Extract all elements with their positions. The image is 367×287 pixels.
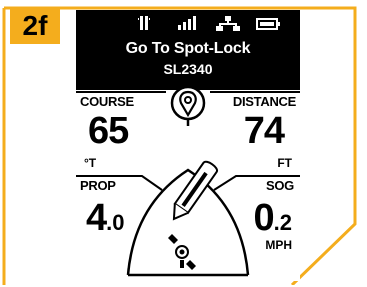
propeller-icon: [168, 234, 196, 270]
sog-value: 0.2: [253, 197, 293, 239]
device-screen: Go To Spot-Lock SL2340 COURSE 65 °T DIST…: [76, 10, 300, 281]
course-label: COURSE: [80, 94, 134, 109]
distance-unit: FT: [277, 156, 292, 170]
prop-label: PROP: [80, 178, 116, 193]
distance-value: 74: [243, 110, 285, 152]
course-unit: °T: [84, 156, 97, 170]
prop-value: 4.0: [86, 197, 125, 239]
sog-unit: MPH: [265, 238, 292, 252]
trolling-motor-icon: [168, 160, 218, 270]
step-badge: 2f: [10, 7, 60, 44]
location-pin-icon: [170, 85, 206, 126]
course-value: 65: [88, 110, 129, 152]
distance-label: DISTANCE: [232, 94, 296, 109]
sog-label: SOG: [266, 178, 294, 193]
